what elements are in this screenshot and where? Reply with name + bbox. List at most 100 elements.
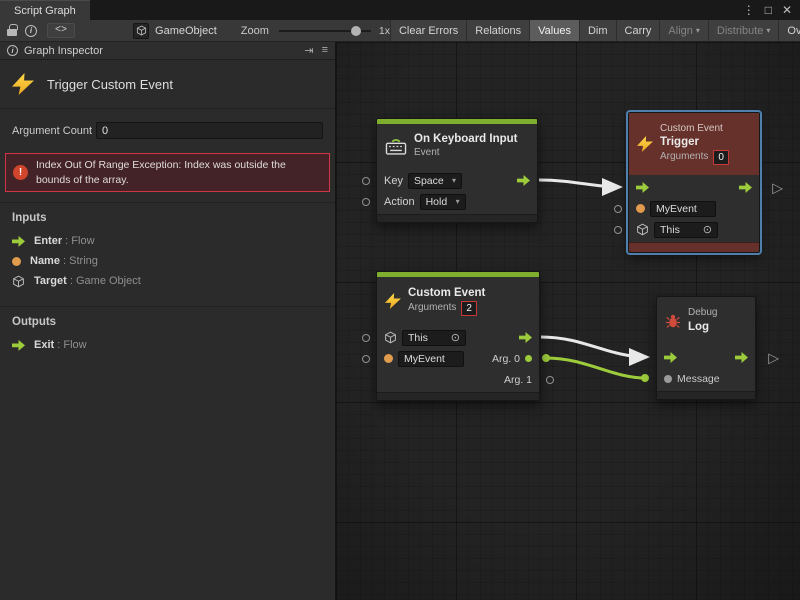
lock-icon[interactable] [7,29,17,36]
zoom-slider[interactable] [279,30,371,32]
window-close-icon[interactable]: ✕ [782,3,792,17]
event-name-value: MyEvent [656,203,697,215]
node-title: Log [688,320,717,335]
gameobject-port-icon [384,331,397,344]
relations-button[interactable]: Relations [466,20,529,42]
window-menu-icon[interactable]: ⋮ [743,3,755,17]
target-field[interactable]: This⊙ [654,222,718,238]
port-type: : Flow [54,339,86,351]
argument-count-input[interactable] [96,122,323,139]
string-port-icon [12,257,21,266]
values-button[interactable]: Values [529,20,579,42]
port-name: Target [34,275,67,287]
node-body: Key Space▾ Action Hold▾ [377,168,537,214]
output-port-row-exit: Exit : Flow [12,335,323,355]
argument-count-row: Argument Count [0,109,335,144]
window-maximize-icon[interactable]: □ [765,3,772,17]
port-name: Name [30,255,60,267]
action-port[interactable] [362,198,370,206]
enter-port[interactable] [664,352,677,363]
gameobject-port-icon [636,223,649,236]
target-port[interactable] [614,226,622,234]
inputs-section-title: Inputs [12,212,323,224]
custom-event-icon [385,293,401,309]
arg0-label: Arg. 0 [492,353,520,365]
graph-toolbar: i <> GameObject Zoom 1x Clear Errors Rel… [0,20,800,42]
graph-inspector-title: Graph Inspector [24,45,103,57]
code-view-icon[interactable]: <> [47,23,75,38]
arg1-port[interactable] [546,376,554,384]
arguments-label: Arguments [408,302,456,315]
overview-button[interactable]: Overview [778,20,800,42]
flow-port-icon [12,340,25,351]
action-dropdown[interactable]: Hold▾ [420,194,466,210]
name-port[interactable] [362,355,370,363]
distribute-button[interactable]: Distribute▾ [708,20,778,42]
unit-title-block: Trigger Custom Event [0,60,335,109]
action-label: Action [384,196,415,208]
arguments-label: Arguments [660,151,708,164]
graph-target-label[interactable]: GameObject [155,25,217,37]
panel-expand-icon[interactable]: ⇥ [304,44,313,57]
zoom-slider-knob[interactable] [351,26,361,36]
key-port[interactable] [362,177,370,185]
keyboard-icon [385,137,407,155]
info-icon[interactable]: i [25,25,37,37]
object-picker-icon[interactable]: ⊙ [446,331,460,344]
error-message-box: ! Index Out Of Range Exception: Index wa… [5,153,330,192]
error-message-text: Index Out Of Range Exception: Index was … [36,158,322,187]
key-dropdown[interactable]: Space▾ [408,173,462,189]
arg1-row: Arg. 1 [377,369,539,390]
target-value: This [408,332,428,344]
node-title: Trigger [660,135,729,150]
target-port[interactable] [362,334,370,342]
message-port[interactable] [664,375,672,383]
node-body: ▷ MyEvent This⊙ [629,175,759,242]
node-body: This ⊙ MyEvent Arg. 0 Arg. 1 [377,325,539,392]
enter-port[interactable] [636,182,649,193]
inputs-section: Inputs Enter : Flow Name : String Target… [0,202,335,296]
graph-asset-icon [133,23,149,39]
dim-button[interactable]: Dim [579,20,616,42]
gameobject-port-icon [12,275,25,288]
node-on-keyboard-input[interactable]: On Keyboard Input Event Key Space▾ Actio… [376,118,538,223]
trigger-output-port[interactable] [519,332,532,343]
name-port[interactable] [614,205,622,213]
node-category: Debug [688,307,717,320]
node-footer-error [629,242,759,252]
object-picker-icon[interactable]: ⊙ [698,223,712,236]
node-custom-event[interactable]: Custom Event Arguments2 This⊙ MyEvent Ar… [376,271,540,401]
carry-button[interactable]: Carry [616,20,660,42]
arg1-label: Arg. 1 [504,374,532,386]
node-header: Debug Log [657,297,755,345]
clear-errors-button[interactable]: Clear Errors [390,20,466,42]
port-type: : Game Object [67,275,141,287]
node-title: Custom Event [408,286,485,301]
event-name-field[interactable]: MyEvent [650,201,716,217]
panel-menu-icon[interactable]: ≡ [322,44,328,57]
node-debug-log[interactable]: Debug Log ▷ Message [656,296,756,400]
tab-script-graph[interactable]: Script Graph [0,0,90,20]
tab-bar: Script Graph ⋮ □ ✕ [0,0,800,20]
exit-port[interactable] [739,182,752,193]
zoom-label: Zoom [241,25,269,37]
trigger-output-port[interactable] [517,175,530,186]
outputs-section: Outputs Exit : Flow [0,306,335,360]
arg0-port[interactable] [525,355,532,362]
target-row: This⊙ [629,219,759,240]
event-name-field[interactable]: MyEvent [398,351,464,367]
input-port-row-name: Name : String [12,251,323,271]
inspector-header-icons: ⇥ ≡ [304,44,328,57]
message-row: Message [657,368,755,389]
align-button[interactable]: Align▾ [659,20,707,42]
key-value: Space [414,175,444,187]
input-port-row-target: Target : Game Object [12,271,323,291]
action-row: Action Hold▾ [377,191,537,212]
flow-row: ▷ [657,347,755,368]
target-field[interactable]: This ⊙ [402,330,466,346]
unity-script-graph-window: Script Graph ⋮ □ ✕ i <> GameObject Zoom … [0,0,800,600]
exit-port[interactable] [735,352,748,363]
node-trigger-custom-event[interactable]: Custom Event Trigger Arguments0 ▷ MyEven… [628,112,760,253]
error-icon: ! [13,165,28,180]
node-footer [657,391,755,399]
